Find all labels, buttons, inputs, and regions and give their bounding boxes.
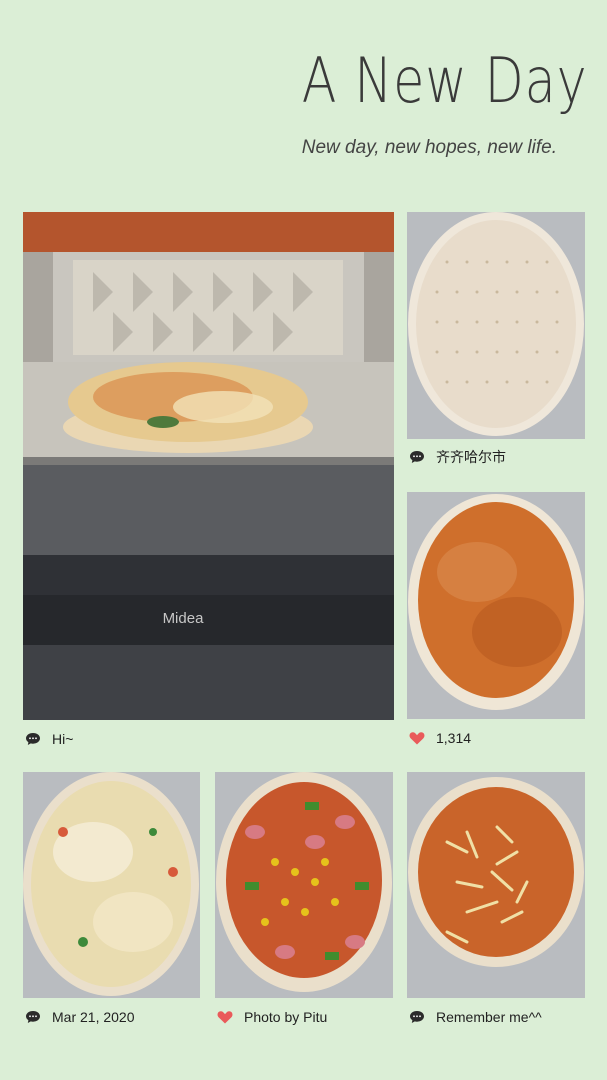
comment-icon[interactable] bbox=[408, 1008, 426, 1026]
caption-2: 齐齐哈尔市 bbox=[408, 445, 506, 469]
caption-4: Mar 21, 2020 bbox=[24, 1005, 135, 1029]
caption-5: Photo by Pitu bbox=[216, 1005, 327, 1029]
page-title: A New Day bbox=[301, 44, 587, 117]
pizza-dough-photo[interactable] bbox=[407, 212, 585, 439]
caption-6: Remember me^^ bbox=[408, 1005, 542, 1029]
caption-text: Remember me^^ bbox=[436, 1009, 542, 1025]
caption-1: Hi~ bbox=[24, 727, 73, 751]
heart-icon[interactable] bbox=[216, 1008, 234, 1026]
comment-icon[interactable] bbox=[408, 448, 426, 466]
pizza-cheese-photo[interactable] bbox=[23, 772, 200, 998]
caption-text: Mar 21, 2020 bbox=[52, 1009, 135, 1025]
page-subtitle: New day, new hopes, new life. bbox=[301, 137, 557, 158]
oven-pizza-photo[interactable]: Midea bbox=[23, 212, 394, 720]
comment-icon[interactable] bbox=[24, 730, 42, 748]
pizza-toppings-photo[interactable] bbox=[215, 772, 393, 998]
caption-text: 齐齐哈尔市 bbox=[436, 449, 506, 465]
pizza-sauce-photo[interactable] bbox=[407, 492, 585, 719]
caption-text: Photo by Pitu bbox=[244, 1009, 328, 1025]
oven-brand-logo: Midea bbox=[163, 610, 205, 627]
caption-3: 1,314 bbox=[408, 726, 471, 750]
caption-text: Hi~ bbox=[52, 731, 74, 747]
heart-icon[interactable] bbox=[408, 729, 426, 747]
header: A New Day New day, new hopes, new life. bbox=[0, 0, 607, 200]
pizza-sauce-cheese-photo[interactable] bbox=[407, 772, 585, 998]
comment-icon[interactable] bbox=[24, 1008, 42, 1026]
caption-text: 1,314 bbox=[436, 730, 472, 746]
